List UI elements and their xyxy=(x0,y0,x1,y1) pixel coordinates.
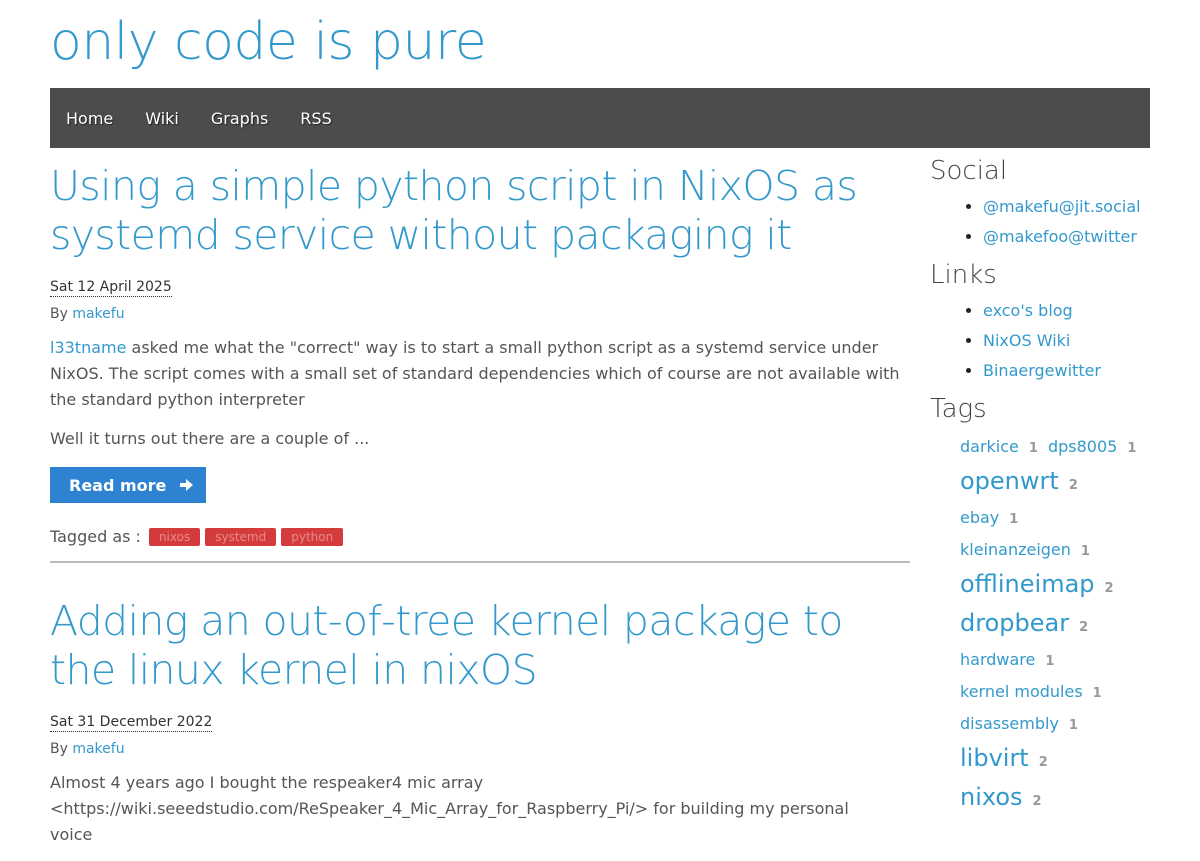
tag-row: disassembly 1 xyxy=(960,709,1150,741)
byline-label: By xyxy=(50,306,68,322)
mention-link[interactable]: l33tname xyxy=(50,338,126,357)
tag-count: 1 xyxy=(1009,512,1019,527)
tag-link-openwrt[interactable]: openwrt xyxy=(960,467,1059,495)
social-link-mastodon[interactable]: @makefu@jit.social xyxy=(983,197,1141,216)
read-more-button[interactable]: Read more xyxy=(50,467,206,503)
tag-count: 1 xyxy=(1127,441,1137,456)
links-list: exco's blog NixOS Wiki Binaergewitter xyxy=(930,296,1150,386)
sidebar: Social @makefu@jit.social @makefoo@twitt… xyxy=(930,148,1150,819)
article: Using a simple python script in NixOS as… xyxy=(50,162,910,563)
tag-count: 1 xyxy=(1080,544,1090,559)
site-title[interactable]: only code is pure xyxy=(50,12,487,72)
list-item: @makefu@jit.social xyxy=(983,192,1150,222)
author-link[interactable]: makefu xyxy=(72,306,124,322)
tag-count: 1 xyxy=(1068,718,1078,733)
tag-link-kernel-modules[interactable]: kernel modules xyxy=(960,682,1083,701)
tag-link-kleinanzeigen[interactable]: kleinanzeigen xyxy=(960,540,1071,559)
arrow-right-icon xyxy=(180,479,194,491)
tag-count: 2 xyxy=(1079,620,1089,635)
tag-link-dps8005[interactable]: dps8005 xyxy=(1048,437,1117,456)
tag-row: openwrt 2 xyxy=(960,464,1150,503)
link-nixos-wiki[interactable]: NixOS Wiki xyxy=(983,331,1070,350)
nav-wiki[interactable]: Wiki xyxy=(145,109,179,128)
tag-link-offlineimap[interactable]: offlineimap xyxy=(960,570,1095,598)
social-heading: Social xyxy=(930,156,1008,186)
article-date: Sat 12 April 2025 xyxy=(50,279,172,297)
byline: By makefu xyxy=(50,741,910,757)
tag-row: libvirt 2 xyxy=(960,741,1150,780)
tag-row: dropbear 2 xyxy=(960,606,1150,645)
article-summary: l33tname asked me what the "correct" way… xyxy=(50,335,910,452)
article-date: Sat 31 December 2022 xyxy=(50,714,213,732)
list-item: NixOS Wiki xyxy=(983,326,1150,356)
tag-count: 1 xyxy=(1045,654,1055,669)
tag-badge-systemd[interactable]: systemd xyxy=(205,527,277,546)
author-link[interactable]: makefu xyxy=(72,741,124,757)
tag-link-darkice[interactable]: darkice xyxy=(960,437,1019,456)
tag-cloud: darkice 1 dps8005 1 openwrt 2 ebay 1 kleinanz… xyxy=(960,432,1150,819)
tag-link-dropbear[interactable]: dropbear xyxy=(960,609,1069,637)
main-navbar: Home Wiki Graphs RSS xyxy=(50,88,1150,148)
article-list: Using a simple python script in NixOS as… xyxy=(50,148,910,861)
tag-row: hardware 1 xyxy=(960,645,1150,677)
nav-rss[interactable]: RSS xyxy=(300,109,331,128)
article-title-link[interactable]: Adding an out-of-tree kernel package to … xyxy=(50,597,910,695)
summary-paragraph: l33tname asked me what the "correct" way… xyxy=(50,335,910,413)
tag-link-nixos[interactable]: nixos xyxy=(960,783,1023,811)
link-excos-blog[interactable]: exco's blog xyxy=(983,301,1073,320)
read-more-label: Read more xyxy=(69,475,167,495)
tag-row: ebay 1 xyxy=(960,503,1150,535)
links-heading: Links xyxy=(930,260,997,290)
tag-count: 1 xyxy=(1028,441,1038,456)
tag-badge-nixos[interactable]: nixos xyxy=(148,527,201,546)
tag-count: 1 xyxy=(1092,686,1102,701)
tag-count: 2 xyxy=(1032,794,1042,809)
social-link-twitter[interactable]: @makefoo@twitter xyxy=(983,227,1137,246)
tag-row: kernel modules 1 xyxy=(960,677,1150,709)
byline-label: By xyxy=(50,741,68,757)
nav-home[interactable]: Home xyxy=(66,109,113,128)
list-item: @makefoo@twitter xyxy=(983,222,1150,252)
article: Adding an out-of-tree kernel package to … xyxy=(50,597,910,848)
article-separator xyxy=(50,561,910,563)
tag-row: offlineimap 2 xyxy=(960,567,1150,606)
tag-link-ebay[interactable]: ebay xyxy=(960,508,999,527)
tag-badge-python[interactable]: python xyxy=(281,527,344,546)
nav-graphs[interactable]: Graphs xyxy=(211,109,268,128)
article-title-link[interactable]: Using a simple python script in NixOS as… xyxy=(50,162,910,260)
list-item: Binaergewitter xyxy=(983,356,1150,386)
tag-count: 2 xyxy=(1104,581,1114,596)
summary-paragraph: Well it turns out there are a couple of … xyxy=(50,429,370,448)
list-item: exco's blog xyxy=(983,296,1150,326)
tags-heading: Tags xyxy=(930,394,987,424)
article-summary: Almost 4 years ago I bought the respeake… xyxy=(50,770,910,848)
summary-text: asked me what the "correct" way is to st… xyxy=(50,338,900,409)
tag-count: 2 xyxy=(1038,755,1048,770)
tag-link-libvirt[interactable]: libvirt xyxy=(960,744,1029,772)
tagged-as-label: Tagged as : xyxy=(50,527,141,546)
social-list: @makefu@jit.social @makefoo@twitter xyxy=(930,192,1150,252)
summary-paragraph: Almost 4 years ago I bought the respeake… xyxy=(50,773,849,844)
tag-link-hardware[interactable]: hardware xyxy=(960,650,1035,669)
link-binaergewitter[interactable]: Binaergewitter xyxy=(983,361,1101,380)
tag-row: darkice 1 dps8005 1 xyxy=(960,432,1150,464)
byline: By makefu xyxy=(50,306,910,322)
tag-count: 2 xyxy=(1068,478,1078,493)
article-tags: Tagged as : nixos systemd python xyxy=(50,527,910,546)
tag-row: kleinanzeigen 1 xyxy=(960,535,1150,567)
tag-link-disassembly[interactable]: disassembly xyxy=(960,714,1059,733)
